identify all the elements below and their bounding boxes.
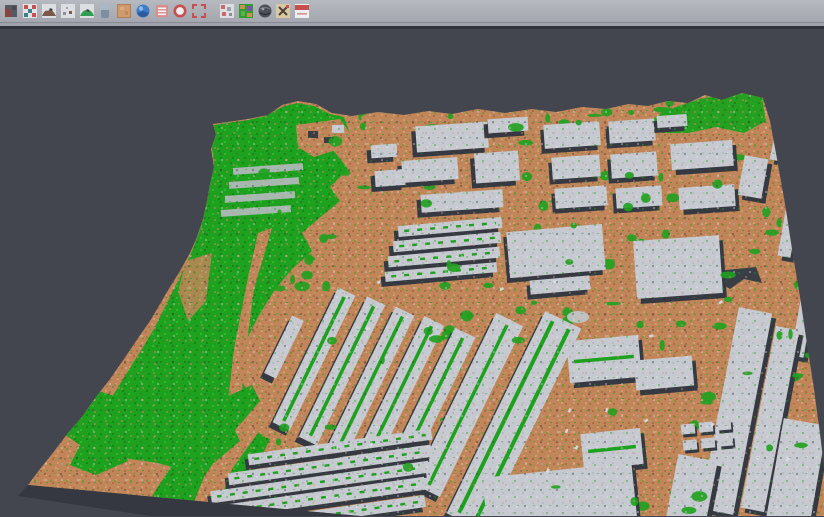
toolbar-button-11[interactable] [190,2,208,21]
toolbar-button-15[interactable] [274,2,292,21]
ground-points-icon [60,3,76,19]
toolbar-button-9[interactable] [153,2,171,21]
selection-brackets-icon [191,3,207,19]
toolbar-button-5[interactable] [78,2,96,21]
red-band-icon [294,3,310,19]
application-window [0,0,824,517]
red-ring-icon [172,3,188,19]
toolbar-button-6[interactable] [96,2,114,21]
ortho-tile-icon [116,3,132,19]
classification-map-icon [238,3,254,19]
toolbar-button-2[interactable] [21,2,39,21]
sphere-mesh-icon [257,3,273,19]
toolbar-button-10[interactable] [171,2,189,21]
viewport-3d[interactable] [0,29,824,516]
toolbar-button-4[interactable] [59,2,77,21]
toolbar-button-1[interactable] [2,2,20,21]
red-layers-icon [154,3,170,19]
terrain-hill-icon [41,3,57,19]
toolbar-button-12[interactable] [218,2,236,21]
colorize-points-icon [22,3,38,19]
toolbar-button-16[interactable] [293,2,311,21]
globe-icon [135,3,151,19]
measure-flag-icon [275,3,291,19]
shade-tile-icon [3,3,19,19]
profile-column-icon [97,3,113,19]
toolbar-button-3[interactable] [40,2,58,21]
toolbar-gap [209,2,218,21]
classify-sample-icon [219,3,235,19]
toolbar-button-7[interactable] [115,2,133,21]
vegetation-hill-icon [79,3,95,19]
toolbar-button-8[interactable] [134,2,152,21]
toolbar-button-14[interactable] [256,2,274,21]
point-cloud-render [0,29,824,516]
toolbar-button-13[interactable] [237,2,255,21]
toolbar [0,0,824,23]
